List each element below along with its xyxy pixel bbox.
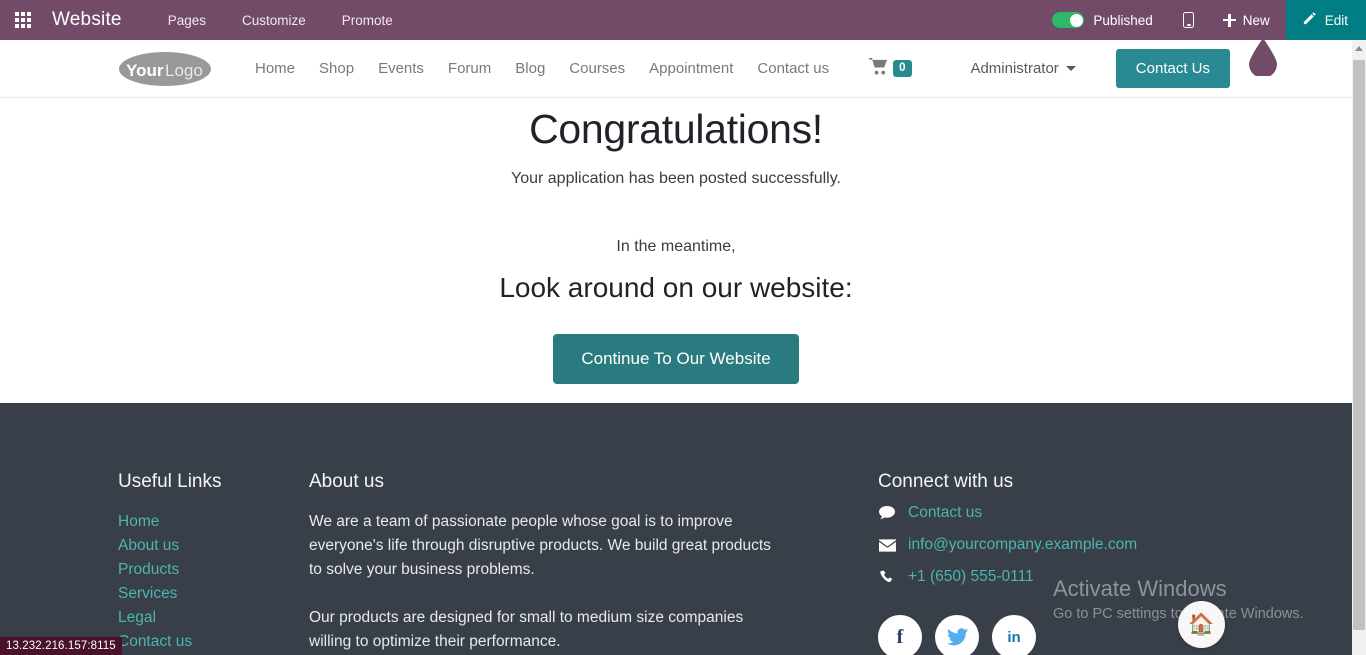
footer-useful-links-list: Home About us Products Services Legal Co… [118,510,298,654]
footer-about-paragraph-1: We are a team of passionate people whose… [309,513,771,578]
footer-link-legal[interactable]: Legal [118,606,298,630]
chevron-down-icon [1065,66,1076,71]
main-content: Congratulations! Your application has be… [0,98,1352,403]
nav-link-events[interactable]: Events [366,60,436,77]
footer-link-contact-us[interactable]: Contact us [118,630,298,654]
home-icon[interactable]: 🏠 [1178,601,1225,648]
footer-social-links: f in [878,615,1208,655]
twitter-icon[interactable] [935,615,979,655]
footer-phone-link[interactable]: +1 (650) 555-0111 [908,565,1034,589]
nav-link-contact-us[interactable]: Contact us [745,60,841,77]
menu-customize[interactable]: Customize [224,13,324,28]
publish-toggle[interactable]: Published [1048,12,1156,28]
new-button-label: New [1242,12,1270,28]
success-message: Your application has been posted success… [511,170,841,187]
footer-useful-links-title: Useful Links [118,471,222,492]
app-name-website[interactable]: Website [52,9,122,31]
user-menu-administrator[interactable]: Administrator [970,60,1076,77]
meantime-text: In the meantime, [616,238,736,255]
mobile-device-icon[interactable] [1171,0,1207,40]
footer-link-services[interactable]: Services [118,582,298,606]
comment-icon [878,506,896,520]
menu-promote[interactable]: Promote [324,13,411,28]
site-logo[interactable]: Your Logo [118,49,213,89]
footer-about-paragraph-2: Our products are designed for small to m… [309,609,744,650]
footer-contact-us-link[interactable]: Contact us [908,501,982,525]
shopping-cart-icon [869,57,888,80]
navbar-right: Administrator Contact Us [970,49,1352,88]
svg-text:Your: Your [126,61,164,80]
page-title-congratulations: Congratulations! [529,106,823,152]
nav-link-shop[interactable]: Shop [307,60,366,77]
pencil-icon [1302,11,1317,29]
cart-button[interactable]: 0 [869,57,912,80]
backend-systray: Published New Edit [1048,0,1366,40]
scrollbar-up-arrow-icon[interactable] [1352,40,1366,56]
facebook-icon[interactable]: f [878,615,922,655]
new-button[interactable]: New [1207,0,1286,40]
contact-us-cta-button[interactable]: Contact Us [1115,49,1230,88]
website-navbar: Your Logo Home Shop Events Forum Blog Co… [0,40,1352,98]
footer-contact-row[interactable]: Contact us [878,501,1208,525]
footer-column-about: About us We are a team of passionate peo… [309,471,779,654]
footer-about-title: About us [309,471,384,492]
look-around-heading: Look around on our website: [499,272,853,303]
edit-button[interactable]: Edit [1285,0,1366,40]
footer-link-products[interactable]: Products [118,558,298,582]
edit-button-label: Edit [1324,12,1348,28]
footer-phone-row[interactable]: +1 (650) 555-0111 [878,565,1208,589]
footer-connect-title: Connect with us [878,471,1014,492]
phone-icon [878,569,896,585]
teardrop-marker-icon [1248,38,1278,78]
backend-top-bar: Website Pages Customize Promote Publishe… [0,0,1366,40]
nav-link-home[interactable]: Home [243,60,307,77]
nav-link-appointment[interactable]: Appointment [637,60,745,77]
nav-link-blog[interactable]: Blog [503,60,557,77]
footer-column-useful-links: Useful Links Home About us Products Serv… [118,471,298,654]
site-nav-links: Home Shop Events Forum Blog Courses Appo… [243,60,841,77]
continue-to-website-button[interactable]: Continue To Our Website [553,334,799,384]
plus-icon [1222,13,1236,27]
linkedin-icon[interactable]: in [992,615,1036,655]
svg-text:Logo: Logo [165,61,203,80]
publish-label: Published [1093,12,1153,28]
user-menu-label: Administrator [970,60,1059,77]
footer-link-about-us[interactable]: About us [118,534,298,558]
scrollbar-thumb[interactable] [1353,60,1365,630]
nav-link-courses[interactable]: Courses [557,60,637,77]
footer-email-link[interactable]: info@yourcompany.example.com [908,533,1137,557]
backend-menu-bar: Pages Customize Promote [150,13,411,28]
site-footer: Useful Links Home About us Products Serv… [0,403,1352,655]
footer-column-connect: Connect with us Contact us info@yourcomp… [878,471,1208,655]
menu-pages[interactable]: Pages [150,13,224,28]
envelope-icon [878,538,896,552]
apps-grid-icon[interactable] [8,0,38,40]
footer-link-home[interactable]: Home [118,510,298,534]
footer-email-row[interactable]: info@yourcompany.example.com [878,533,1208,557]
page-scrollbar[interactable] [1352,40,1366,655]
cart-count-badge: 0 [893,59,912,78]
status-url-chip: 13.232.216.157:8115 [0,637,122,655]
publish-switch[interactable] [1052,12,1085,28]
nav-link-forum[interactable]: Forum [436,60,503,77]
